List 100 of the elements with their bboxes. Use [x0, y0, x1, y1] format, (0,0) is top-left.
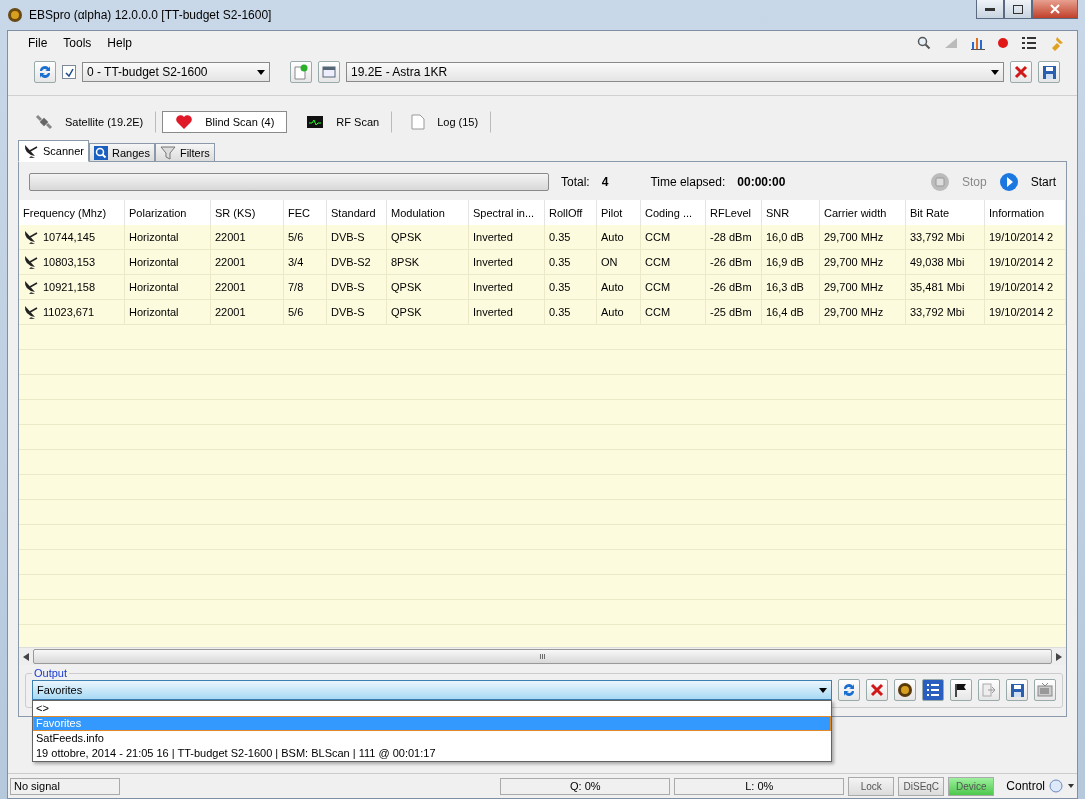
table-cell: QPSK: [387, 225, 469, 250]
tab[interactable]: Log (15): [398, 111, 492, 133]
satellite-dish-icon: [23, 305, 39, 319]
list-view-button[interactable]: [922, 679, 944, 701]
tv-icon: [1037, 683, 1053, 697]
tab[interactable]: Filters: [154, 143, 215, 162]
satellite-dish-icon: [23, 230, 39, 244]
device-checkbox[interactable]: [62, 65, 76, 79]
delete-button[interactable]: [1010, 61, 1032, 83]
save-button[interactable]: [1006, 679, 1028, 701]
column-header[interactable]: Spectral in...: [469, 200, 545, 225]
menu-item[interactable]: Help: [99, 36, 141, 50]
scrollbar-thumb[interactable]: III: [33, 649, 1052, 664]
table-cell: 33,792 Mbi: [906, 225, 985, 250]
bar-chart-icon[interactable]: [971, 36, 985, 50]
menu-item[interactable]: Tools: [55, 36, 100, 50]
tab[interactable]: Blind Scan (4): [162, 111, 288, 133]
minimize-icon: [985, 7, 995, 11]
table-cell: 10744,145: [19, 225, 125, 250]
globe-button[interactable]: [894, 679, 916, 701]
dropdown-option[interactable]: SatFeeds.info: [33, 731, 831, 746]
tab[interactable]: Scanner: [18, 140, 89, 162]
flag-icon: [954, 683, 968, 697]
output-label: Output: [33, 667, 69, 679]
scroll-right-icon[interactable]: [1056, 652, 1062, 661]
table-cell: 11023,671: [19, 300, 125, 325]
refresh-button[interactable]: [34, 61, 56, 83]
maximize-icon: [1013, 4, 1023, 14]
table-cell: CCM: [641, 300, 706, 325]
table-cell: -28 dBm: [706, 225, 762, 250]
column-header[interactable]: Standard: [327, 200, 387, 225]
list-icon[interactable]: [1021, 36, 1037, 50]
column-header[interactable]: Polarization: [125, 200, 211, 225]
delete-button[interactable]: [866, 679, 888, 701]
table-cell: QPSK: [387, 300, 469, 325]
tv-button[interactable]: [1034, 679, 1056, 701]
refresh-button[interactable]: [838, 679, 860, 701]
status-indicator: Lock: [848, 776, 895, 796]
column-header[interactable]: RFLevel: [706, 200, 762, 225]
play-icon[interactable]: [998, 172, 1019, 192]
close-icon: [1050, 4, 1060, 14]
column-header[interactable]: Bit Rate: [906, 200, 985, 225]
table-cell: DVB-S: [327, 300, 387, 325]
tab[interactable]: RF Scan: [293, 111, 393, 133]
tab[interactable]: Satellite (19.2E): [22, 111, 157, 133]
add-document-icon: [294, 64, 308, 80]
tab[interactable]: Ranges: [89, 143, 155, 162]
table-cell: 29,700 MHz: [820, 300, 906, 325]
table-cell: 22001: [211, 225, 284, 250]
device-dropdown[interactable]: 0 - TT-budget S2-1600: [82, 62, 270, 82]
table-cell: 8PSK: [387, 250, 469, 275]
table-cell: 33,792 Mbi: [906, 300, 985, 325]
column-header[interactable]: Coding ...: [641, 200, 706, 225]
column-header[interactable]: FEC: [284, 200, 327, 225]
output-dropdown[interactable]: Favorites: [32, 680, 832, 700]
table-cell: 0.35: [545, 225, 597, 250]
table-cell: CCM: [641, 225, 706, 250]
search-icon[interactable]: [917, 36, 931, 50]
column-header[interactable]: Carrier width: [820, 200, 906, 225]
table-cell: 16,3 dB: [762, 275, 820, 300]
elapsed-label: Time elapsed:: [650, 175, 726, 189]
status-indicator: Device: [948, 776, 995, 796]
caret-icon: [819, 687, 827, 693]
column-header[interactable]: Modulation: [387, 200, 469, 225]
menu-item[interactable]: File: [20, 36, 56, 50]
start-button[interactable]: Start: [1030, 175, 1056, 189]
level-reading: L: 0%: [674, 777, 845, 795]
record-icon[interactable]: [997, 37, 1009, 49]
scroll-left-icon[interactable]: [23, 652, 29, 661]
table-cell: 3/4: [284, 250, 327, 275]
table-cell: Horizontal: [125, 275, 211, 300]
column-header[interactable]: RollOff: [545, 200, 597, 225]
table-cell: Inverted: [469, 225, 545, 250]
flag-button[interactable]: [950, 679, 972, 701]
monitor-icon: [306, 115, 325, 129]
maximize-button[interactable]: [1004, 0, 1032, 19]
column-header[interactable]: Frequency (Mhz): [19, 200, 125, 225]
dropdown-option[interactable]: <>: [33, 701, 831, 716]
table-cell: 22001: [211, 250, 284, 275]
control-menu-icon[interactable]: [1049, 779, 1075, 793]
window-icon: [322, 66, 336, 78]
column-header[interactable]: SNR: [762, 200, 820, 225]
table-cell: 10803,153: [19, 250, 125, 275]
dropdown-option[interactable]: 19 ottobre, 2014 - 21:05 16 | TT-budget S2-1600 | BSM: BLScan | 111 @ 00:01:17: [33, 746, 831, 761]
new-document-button[interactable]: [290, 61, 312, 83]
table-cell: CCM: [641, 275, 706, 300]
table-cell: 29,700 MHz: [820, 225, 906, 250]
close-button[interactable]: [1032, 0, 1078, 19]
save-button[interactable]: [1038, 61, 1060, 83]
table-cell: Auto: [597, 225, 641, 250]
minimize-button[interactable]: [976, 0, 1004, 19]
satellite-dropdown[interactable]: 19.2E - Astra 1KR: [346, 62, 1004, 82]
column-header[interactable]: Information: [985, 200, 1066, 225]
table-cell: Inverted: [469, 300, 545, 325]
table-cell: QPSK: [387, 275, 469, 300]
edit-button[interactable]: [318, 61, 340, 83]
column-header[interactable]: SR (KS): [211, 200, 284, 225]
table-cell: 0.35: [545, 275, 597, 300]
column-header[interactable]: Pilot: [597, 200, 641, 225]
close-icon: [1014, 65, 1028, 79]
